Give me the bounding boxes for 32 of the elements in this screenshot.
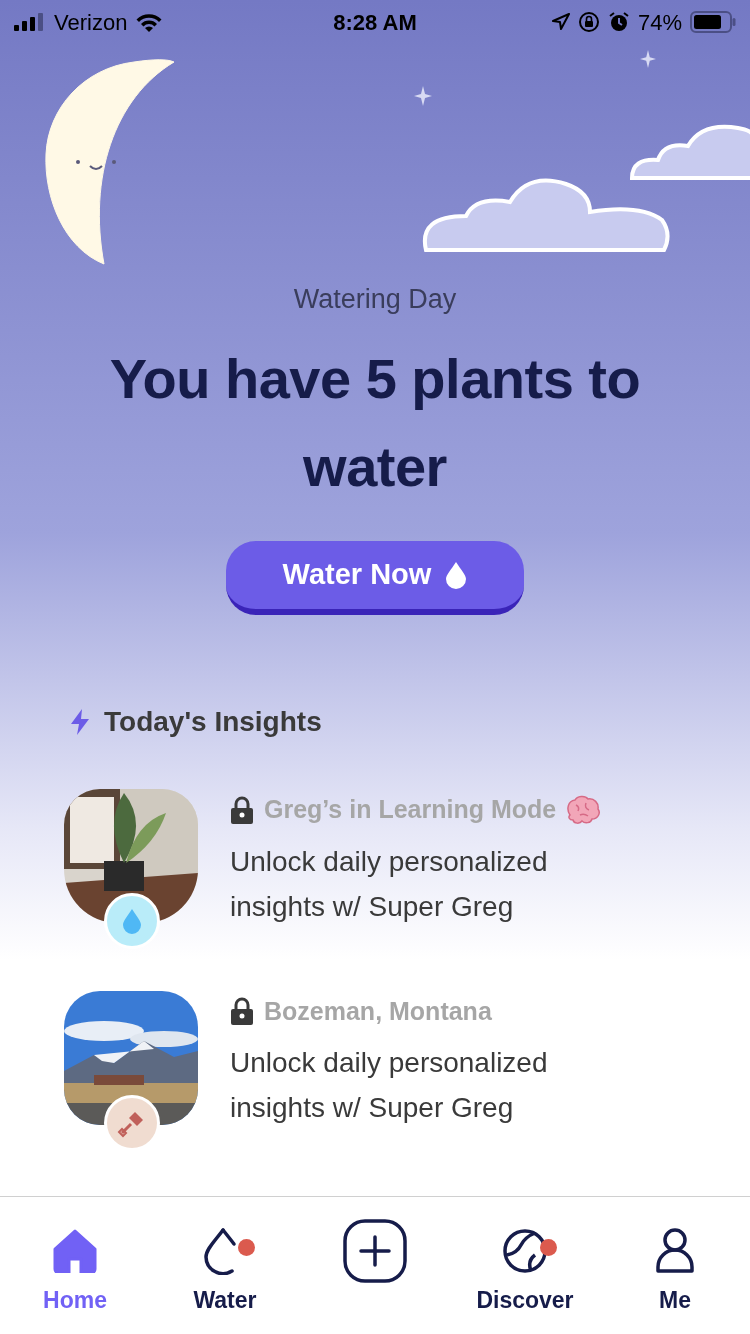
insight-text: Unlock daily personalized insights w/ Super Greg <box>230 844 549 924</box>
add-icon <box>343 1219 407 1283</box>
lock-icon <box>230 795 254 824</box>
tab-item[interactable]: Discover <box>450 1197 600 1334</box>
tab-item[interactable]: Me <box>600 1197 750 1334</box>
globe-icon <box>501 1227 549 1275</box>
water-drop-icon <box>122 908 142 934</box>
wifi-icon <box>135 12 164 32</box>
alarm-clock-icon <box>607 11 630 33</box>
rotation-lock-icon <box>577 11 600 33</box>
battery-icon <box>690 11 736 33</box>
section-title: Today's Insights <box>104 705 322 739</box>
insight-label: Greg’s in Learning Mode <box>264 794 557 825</box>
location-arrow-icon <box>551 13 570 31</box>
lightning-icon <box>70 709 90 735</box>
carrier-name: Verizon <box>54 8 128 37</box>
battery-percent: 74% <box>637 8 682 37</box>
tab-item[interactable]: Home <box>0 1197 150 1334</box>
person-icon <box>655 1227 695 1275</box>
water-drop-icon <box>445 561 468 589</box>
clock-time: 8:28 AM <box>332 8 418 37</box>
home-icon <box>52 1229 98 1273</box>
sparkle-icon <box>640 50 656 68</box>
sparkle-icon <box>414 86 432 106</box>
signal-icon <box>14 13 46 31</box>
insight-text: Unlock daily personalized insights w/ Super Greg <box>230 1046 549 1125</box>
tab-item[interactable]: Water <box>150 1197 300 1334</box>
lock-icon <box>230 997 254 1026</box>
water-now-button[interactable]: Water Now <box>226 541 524 615</box>
insight-label: Bozeman, Montana <box>264 995 492 1027</box>
eyebrow-text: Watering Day <box>293 286 457 313</box>
headline: You have 5 plants to water <box>108 346 642 500</box>
